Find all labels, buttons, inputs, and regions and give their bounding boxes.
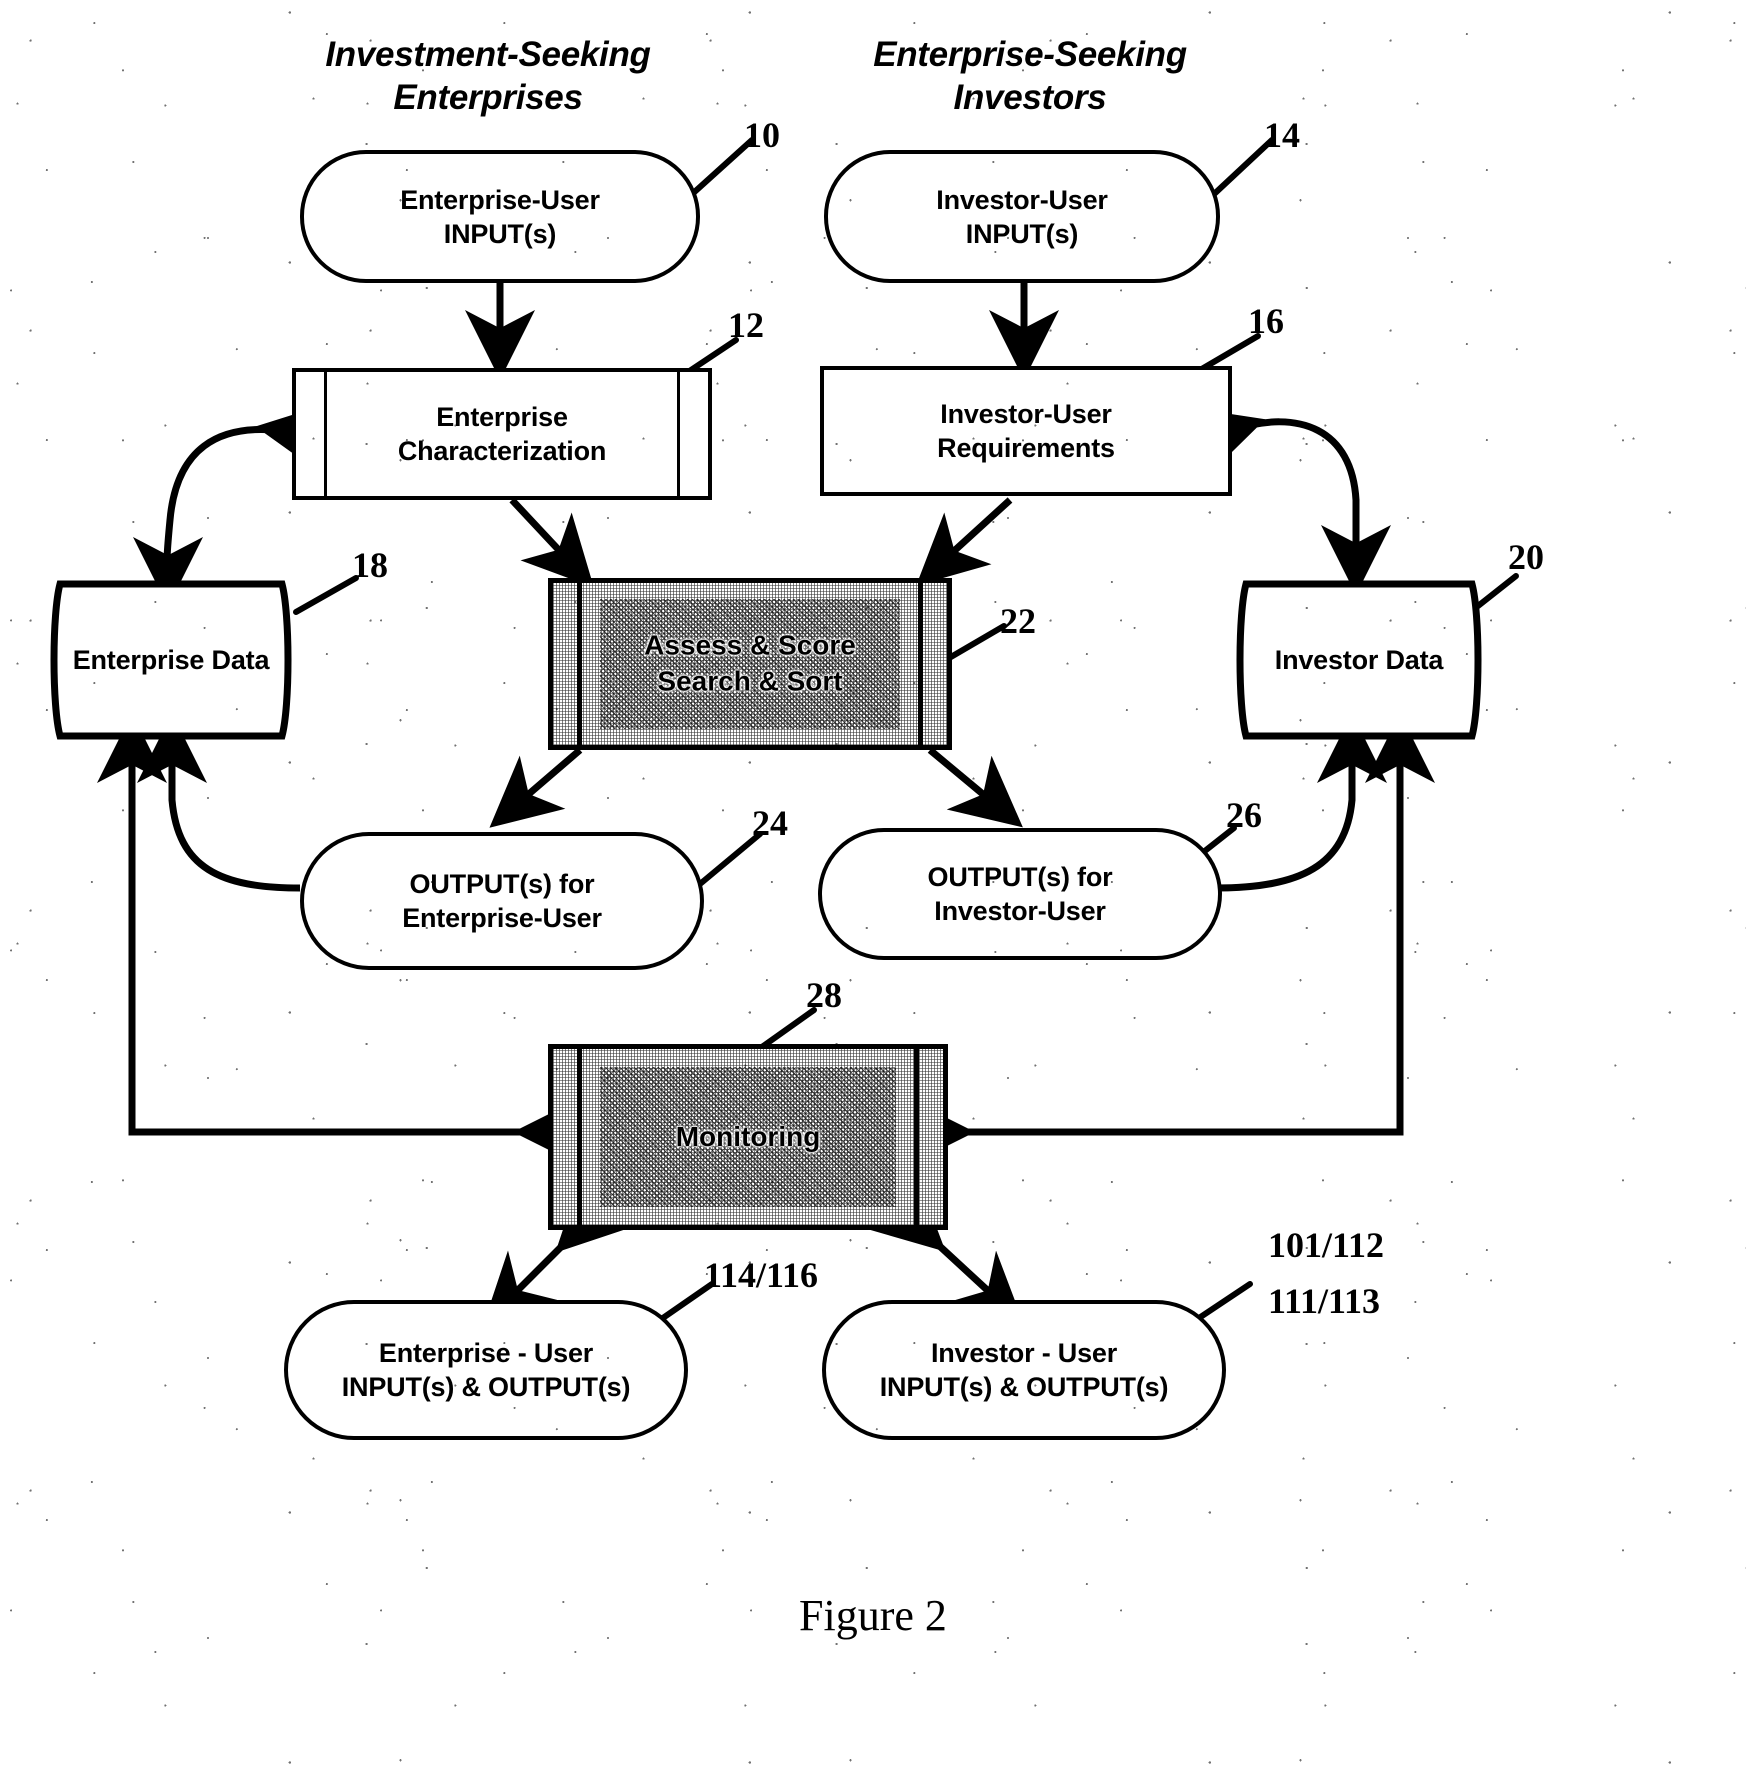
leader-14 [1209, 137, 1275, 199]
wire-characterization-enterprise-data [132, 402, 331, 607]
label-line-1: Monitoring [675, 1120, 821, 1152]
label-line-1: OUTPUT(s) for [409, 868, 595, 899]
leader-101-112 [1193, 1281, 1253, 1323]
node-label: Investor Data [1224, 643, 1494, 677]
heading-line-2: Enterprises [393, 77, 583, 117]
node-output-investor-user[interactable]: OUTPUT(s) for Investor-User [818, 828, 1222, 960]
numeral-28: 28 [806, 975, 842, 1015]
node-investor-user-input[interactable]: Investor-User INPUT(s) [824, 150, 1220, 283]
leader-24 [697, 831, 763, 887]
node-assess-score-search-sort[interactable]: Assess & Score Search & Sort [548, 578, 952, 750]
numeral-18: 18 [352, 545, 388, 585]
label-line-2: Search & Sort [657, 666, 843, 697]
node-label: Monitoring [553, 1119, 943, 1155]
heading-line-1: Enterprise-Seeking [873, 35, 1187, 74]
numeral-22: 22 [1000, 601, 1036, 641]
node-output-enterprise-user[interactable]: OUTPUT(s) for Enterprise-User [300, 832, 704, 970]
label-line-2: Enterprise-User [402, 903, 602, 933]
heading-enterprise-seeking-investors: Enterprise-Seeking Investors [820, 34, 1240, 119]
node-enterprise-user-input[interactable]: Enterprise-User INPUT(s) [300, 150, 700, 283]
label-line-2: INPUT(s) & OUTPUT(s) [341, 1372, 631, 1402]
label-line-2: INPUT(s) & OUTPUT(s) [879, 1372, 1169, 1402]
node-enterprise-data[interactable]: Enterprise Data [38, 580, 304, 740]
numeral-12: 12 [728, 305, 764, 345]
numeral-26: 26 [1226, 795, 1262, 835]
label-line-1: Assess & Score [644, 629, 856, 661]
node-label: Investor - User INPUT(s) & OUTPUT(s) [826, 1336, 1222, 1404]
numeral-14: 14 [1264, 115, 1300, 155]
numeral-20: 20 [1508, 537, 1544, 577]
node-label: Investor-User Requirements [824, 397, 1228, 465]
label-line-2: INPUT(s) [965, 218, 1079, 249]
label-line-2: Characterization [397, 436, 607, 466]
node-label: OUTPUT(s) for Investor-User [822, 860, 1218, 928]
label-line-1: Investor - User [930, 1337, 1118, 1368]
numeral-10: 10 [744, 115, 780, 155]
node-monitoring[interactable]: Monitoring [548, 1044, 948, 1230]
node-label: Enterprise Data [38, 643, 304, 677]
wire-requirements-to-assess [916, 497, 1013, 586]
heading-line-2: Investors [953, 77, 1107, 117]
label-line-1: OUTPUT(s) for [927, 861, 1113, 892]
node-investor-user-requirements[interactable]: Investor-User Requirements [820, 366, 1232, 496]
node-investor-user-io[interactable]: Investor - User INPUT(s) & OUTPUT(s) [822, 1300, 1226, 1440]
wire-assess-to-output-enterprise [489, 747, 583, 828]
numeral-111-113: 111/113 [1268, 1281, 1381, 1321]
numeral-16: 16 [1248, 301, 1284, 341]
leader-18 [293, 575, 359, 615]
label-line-2: Investor-User [934, 896, 1106, 926]
wire-output-enterprise-to-data [137, 713, 301, 892]
figure-canvas: Investment-Seeking Enterprises Enterpris… [0, 0, 1746, 1776]
wire-assess-to-output-investor [927, 747, 1023, 828]
heading-line-1: Investment-Seeking [325, 35, 651, 74]
label-line-2: Requirements [937, 433, 1115, 463]
leader-10 [687, 137, 755, 199]
node-label: Enterprise-User INPUT(s) [304, 182, 696, 250]
label-line-1: Investor-User [936, 184, 1108, 215]
wire-requirements-investor-data [1187, 407, 1391, 595]
label-line-1: Enterprise [436, 401, 568, 432]
node-investor-data[interactable]: Investor Data [1224, 580, 1494, 740]
node-label: Enterprise - User INPUT(s) & OUTPUT(s) [288, 1336, 684, 1404]
numeral-24: 24 [752, 803, 788, 843]
label-line-1: Investor Data [1274, 644, 1444, 675]
wire-monitoring-enterprise-io [483, 1178, 630, 1325]
label-line-1: Enterprise Data [72, 644, 270, 675]
heading-investment-seeking-enterprises: Investment-Seeking Enterprises [278, 34, 698, 119]
label-line-1: Enterprise - User [378, 1337, 594, 1368]
wire-monitoring-investor-io [870, 1178, 1024, 1324]
label-line-1: Investor-User [940, 398, 1112, 429]
node-enterprise-characterization[interactable]: Enterprise Characterization [292, 368, 712, 500]
node-label: Enterprise Characterization [296, 400, 708, 468]
node-label: OUTPUT(s) for Enterprise-User [304, 867, 700, 935]
figure-caption: Figure 2 [799, 1591, 947, 1640]
numeral-101-112: 101/112 [1268, 1225, 1385, 1265]
label-line-2: INPUT(s) [443, 218, 557, 249]
numeral-114-116: 114/116 [704, 1255, 819, 1295]
node-label: Investor-User INPUT(s) [828, 182, 1216, 250]
label-line-1: Enterprise-User [400, 184, 600, 215]
node-enterprise-user-io[interactable]: Enterprise - User INPUT(s) & OUTPUT(s) [284, 1300, 688, 1440]
node-label: Assess & Score Search & Sort [553, 628, 947, 701]
wire-characterization-to-assess [509, 497, 594, 588]
